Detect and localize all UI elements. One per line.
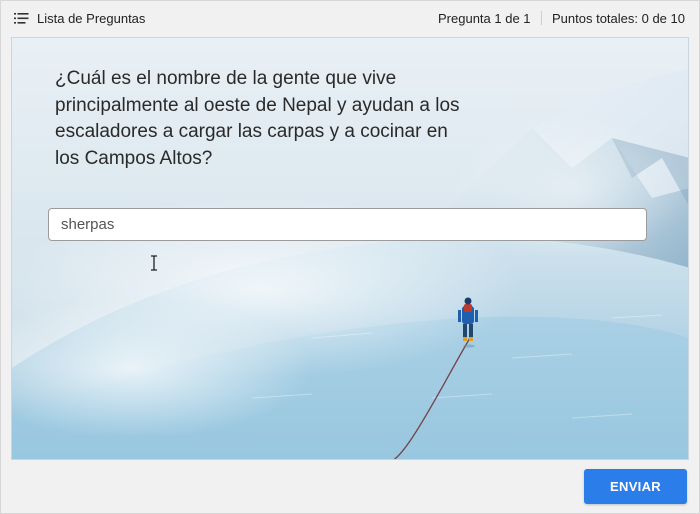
text-cursor-icon (151, 255, 157, 271)
question-list-button[interactable]: Lista de Preguntas (14, 0, 145, 36)
list-icon (14, 12, 29, 24)
question-card: ¿Cuál es el nombre de la gente que vive … (11, 37, 689, 460)
question-text: ¿Cuál es el nombre de la gente que vive … (55, 68, 460, 169)
submit-button[interactable]: ENVIAR (584, 469, 687, 504)
top-bar: Lista de Preguntas Pregunta 1 de 1 Punto… (0, 0, 700, 36)
question-counter: Pregunta 1 de 1 (438, 10, 531, 26)
answer-input[interactable] (48, 208, 647, 241)
header-divider (541, 11, 542, 25)
question-list-label: Lista de Preguntas (37, 10, 146, 26)
total-points: Puntos totales: 0 de 10 (552, 10, 685, 26)
